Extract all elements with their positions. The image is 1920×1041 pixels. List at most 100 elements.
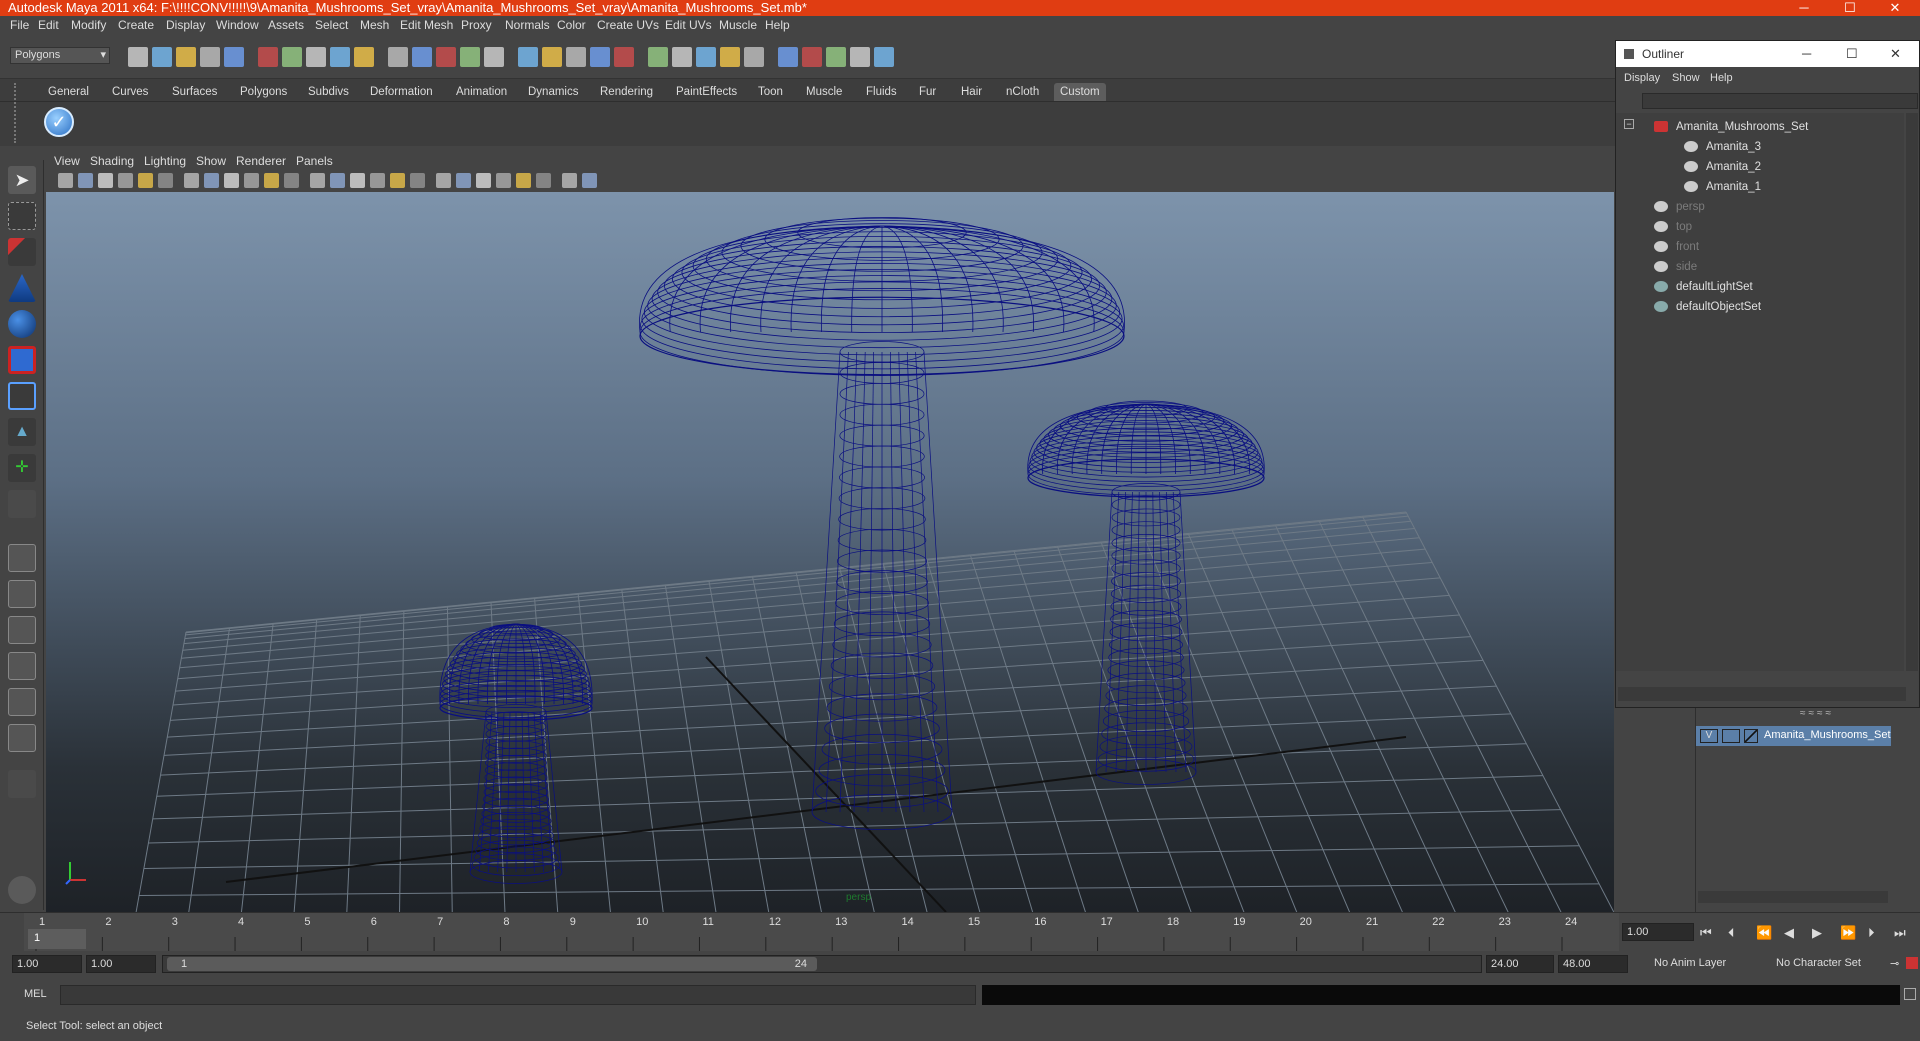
range-slider-handle[interactable]: 1 24 xyxy=(167,957,817,971)
panel-tool-icon[interactable] xyxy=(370,173,385,188)
shelf-tab-fluids[interactable]: Fluids xyxy=(860,83,903,101)
lasso-tool-icon[interactable] xyxy=(8,202,36,230)
menu-normals[interactable]: Normals xyxy=(505,18,550,32)
panel-tool-icon[interactable] xyxy=(78,173,93,188)
outliner-persp-layout-icon[interactable] xyxy=(8,616,36,644)
viewport-canvas[interactable] xyxy=(46,192,1614,912)
panel-tool-icon[interactable] xyxy=(204,173,219,188)
play-backward-icon[interactable]: ◀ xyxy=(1784,925,1794,941)
outliner-item[interactable]: Amanita_Mushrooms_Set xyxy=(1616,117,1906,137)
mushroom-small[interactable] xyxy=(439,623,593,884)
outliner-item[interactable]: defaultLightSet xyxy=(1616,277,1906,297)
status-tool-icon[interactable] xyxy=(542,47,562,67)
menu-create-uvs[interactable]: Create UVs xyxy=(597,18,659,32)
end-time-field[interactable]: 48.00 xyxy=(1558,955,1628,973)
menuset-dropdown[interactable]: Polygons ▾ xyxy=(10,47,110,64)
status-tool-icon[interactable] xyxy=(354,47,374,67)
minimize-icon[interactable]: ─ xyxy=(1782,0,1826,16)
menu-assets[interactable]: Assets xyxy=(268,18,304,32)
panel-tool-icon[interactable] xyxy=(58,173,73,188)
menu-edit-mesh[interactable]: Edit Mesh xyxy=(400,18,453,32)
panel-tool-icon[interactable] xyxy=(138,173,153,188)
shelf-tab-surfaces[interactable]: Surfaces xyxy=(166,83,223,101)
menu-create[interactable]: Create xyxy=(118,18,154,32)
outliner-search-field[interactable] xyxy=(1642,93,1918,109)
outliner-item[interactable]: Amanita_1 xyxy=(1616,177,1906,197)
panel-tool-icon[interactable] xyxy=(98,173,113,188)
panel-tool-icon[interactable] xyxy=(158,173,173,188)
paint-select-tool-icon[interactable] xyxy=(8,238,36,266)
status-tool-icon[interactable] xyxy=(744,47,764,67)
panel-menu-lighting[interactable]: Lighting xyxy=(144,154,186,168)
outliner-menu-show[interactable]: Show xyxy=(1672,72,1700,84)
current-time-marker[interactable]: 1 xyxy=(28,929,86,949)
status-tool-icon[interactable] xyxy=(648,47,668,67)
auto-key-icon[interactable] xyxy=(1906,957,1918,969)
close-icon[interactable]: ✕ xyxy=(1873,0,1917,16)
outliner-item[interactable]: front xyxy=(1616,237,1906,257)
panel-tool-icon[interactable] xyxy=(118,173,133,188)
menu-file[interactable]: File xyxy=(10,18,29,32)
status-tool-icon[interactable] xyxy=(874,47,894,67)
panel-tool-icon[interactable] xyxy=(562,173,577,188)
status-tool-icon[interactable] xyxy=(826,47,846,67)
status-tool-icon[interactable] xyxy=(802,47,822,67)
select-tool-icon[interactable]: ➤ xyxy=(8,166,36,194)
collapse-icon[interactable]: − xyxy=(1624,119,1634,129)
outliner-item[interactable]: persp xyxy=(1616,197,1906,217)
maximize-icon[interactable]: ☐ xyxy=(1828,0,1872,16)
anim-layer-dropdown[interactable]: No Anim Layer xyxy=(1650,955,1760,973)
panel-tool-icon[interactable] xyxy=(582,173,597,188)
shelf-handle-icon[interactable] xyxy=(14,83,22,143)
status-tool-icon[interactable] xyxy=(484,47,504,67)
panel-menu-show[interactable]: Show xyxy=(196,154,226,168)
status-tool-icon[interactable] xyxy=(436,47,456,67)
universal-manip-icon[interactable] xyxy=(8,382,36,410)
current-time-field[interactable]: 1.00 xyxy=(1622,923,1694,941)
script-editor-icon[interactable] xyxy=(1904,988,1916,1000)
panel-tool-icon[interactable] xyxy=(224,173,239,188)
menu-help[interactable]: Help xyxy=(765,18,790,32)
time-slider[interactable]: 1 2 3 4 5 6 7 8 9 10 11 12 13 14 15 16 17 18 19 20 21 22 23 24 … xyxy=(0,912,1920,951)
menu-select[interactable]: Select xyxy=(315,18,348,32)
shelf-tab-fur[interactable]: Fur xyxy=(913,83,942,101)
shelf-tab-toon[interactable]: Toon xyxy=(752,83,789,101)
mushroom-large[interactable] xyxy=(639,217,1125,830)
outliner-item[interactable]: top xyxy=(1616,217,1906,237)
status-tool-icon[interactable] xyxy=(672,47,692,67)
layer-scrollbar[interactable] xyxy=(1698,891,1888,903)
go-to-start-icon[interactable]: ⏮ xyxy=(1700,925,1712,941)
layer-color-swatch[interactable] xyxy=(1744,729,1758,743)
character-set-dropdown[interactable]: No Character Set xyxy=(1772,955,1882,973)
panel-tool-icon[interactable] xyxy=(536,173,551,188)
step-forward-frame-icon[interactable]: ⏵ xyxy=(1868,925,1875,941)
step-forward-key-icon[interactable]: ⏩ xyxy=(1840,925,1856,941)
panel-tool-icon[interactable] xyxy=(390,173,405,188)
outliner-menu-help[interactable]: Help xyxy=(1710,72,1733,84)
status-tool-icon[interactable] xyxy=(590,47,610,67)
menu-modify[interactable]: Modify xyxy=(71,18,106,32)
status-tool-icon[interactable] xyxy=(258,47,278,67)
checkmark-shelf-icon[interactable]: ✓ xyxy=(44,107,74,137)
status-tool-icon[interactable] xyxy=(518,47,538,67)
status-tool-icon[interactable] xyxy=(128,47,148,67)
show-manip-icon[interactable]: ✛ xyxy=(8,454,36,482)
status-tool-icon[interactable] xyxy=(224,47,244,67)
rotate-tool-icon[interactable] xyxy=(8,310,36,338)
panel-tool-icon[interactable] xyxy=(330,173,345,188)
shelf-tab-subdivs[interactable]: Subdivs xyxy=(302,83,355,101)
status-tool-icon[interactable] xyxy=(282,47,302,67)
outliner-hscrollbar[interactable] xyxy=(1618,687,1906,701)
menu-color[interactable]: Color xyxy=(557,18,586,32)
scale-tool-icon[interactable] xyxy=(8,346,36,374)
shelf-tab-hair[interactable]: Hair xyxy=(955,83,988,101)
single-view-layout-icon[interactable] xyxy=(8,544,36,572)
layer-template-toggle[interactable] xyxy=(1722,729,1740,743)
status-tool-icon[interactable] xyxy=(200,47,220,67)
status-tool-icon[interactable] xyxy=(720,47,740,67)
cmd-language-label[interactable]: MEL xyxy=(24,988,47,1000)
menu-edit[interactable]: Edit xyxy=(38,18,59,32)
status-tool-icon[interactable] xyxy=(778,47,798,67)
menu-proxy[interactable]: Proxy xyxy=(461,18,492,32)
playback-start-field[interactable]: 1.00 xyxy=(86,955,156,973)
